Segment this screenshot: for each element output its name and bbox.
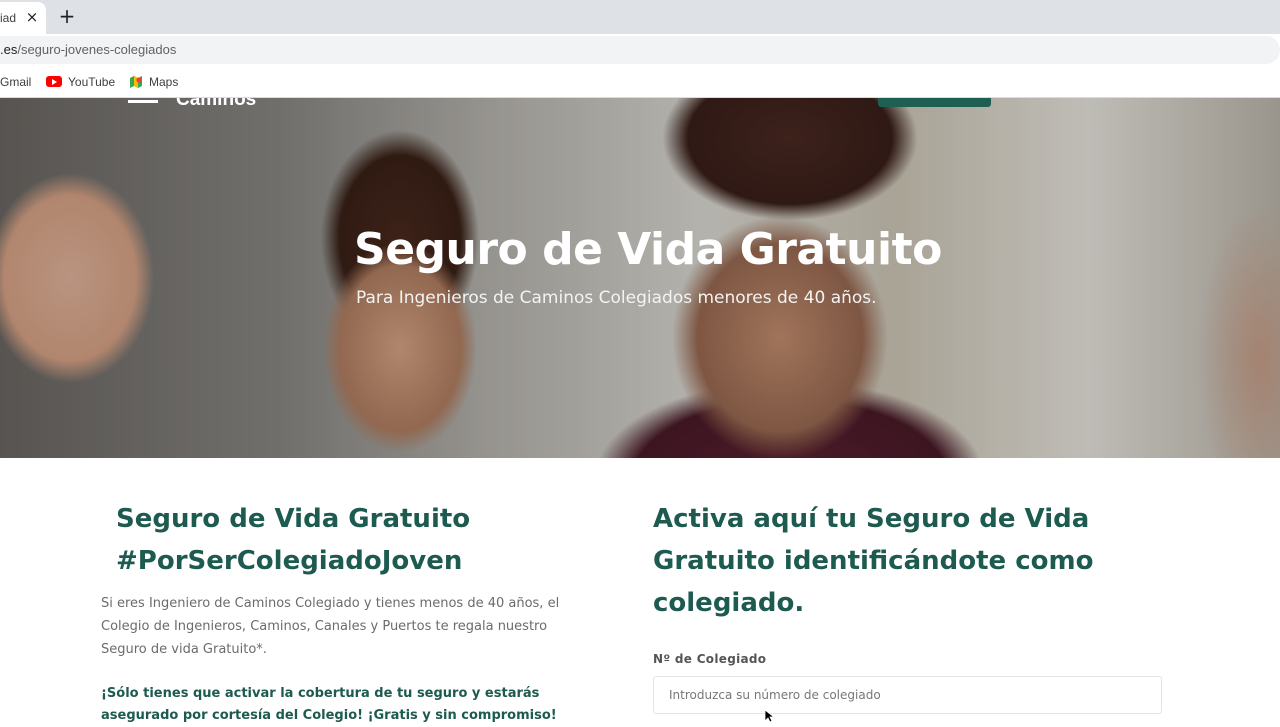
tab-strip: iad × + (0, 0, 1280, 34)
maps-icon (130, 75, 142, 88)
new-tab-button[interactable]: + (56, 5, 78, 27)
browser-tab[interactable]: iad × (0, 2, 46, 34)
youtube-icon (46, 76, 62, 88)
form-title: Activa aquí tu Seguro de Vida Gratuito i… (653, 504, 1094, 618)
url-text[interactable]: .es/seguro-jovenes-colegiados (0, 42, 176, 57)
header-cta-button[interactable] (878, 98, 991, 107)
mouse-cursor-icon (765, 710, 776, 722)
colegiado-label: Nº de Colegiado (653, 652, 767, 666)
highlight-paragraph: ¡Sólo tienes que activar la cobertura de… (101, 686, 557, 723)
intro-paragraph: Si eres Ingeniero de Caminos Colegiado y… (101, 596, 560, 657)
close-tab-icon[interactable]: × (24, 8, 40, 26)
bookmark-youtube[interactable]: YouTube (46, 74, 115, 92)
colegiado-number-input[interactable] (653, 676, 1162, 714)
url-domain: .es (0, 42, 18, 57)
browser-toolbar (0, 34, 1280, 66)
bookmark-label: Maps (149, 74, 179, 89)
hashtag-title-line: #PorSerColegiadoJoven (116, 546, 463, 576)
hero-banner: Caminos Seguro de Vida Gratuito Para Ing… (0, 98, 1280, 458)
site-logo-text[interactable]: Caminos (176, 98, 256, 111)
address-bar[interactable] (0, 36, 1280, 64)
menu-icon[interactable] (128, 98, 158, 106)
section-title-line: Seguro de Vida Gratuito (116, 504, 471, 534)
bookmark-maps[interactable]: Maps (129, 74, 178, 92)
bookmarks-bar: Gmail YouTube Maps (0, 66, 1280, 98)
hero-title: Seguro de Vida Gratuito (354, 224, 942, 275)
hero-subtitle: Para Ingenieros de Caminos Colegiados me… (356, 288, 877, 308)
tab-title: iad (0, 11, 17, 25)
url-path: /seguro-jovenes-colegiados (17, 42, 177, 57)
bookmark-label: YouTube (68, 74, 116, 89)
bookmark-label: Gmail (0, 74, 32, 89)
section-title: Seguro de Vida Gratuito #PorSerColegiado… (116, 498, 586, 582)
bookmark-gmail[interactable]: Gmail (0, 74, 31, 92)
hero-photo (0, 98, 1280, 458)
